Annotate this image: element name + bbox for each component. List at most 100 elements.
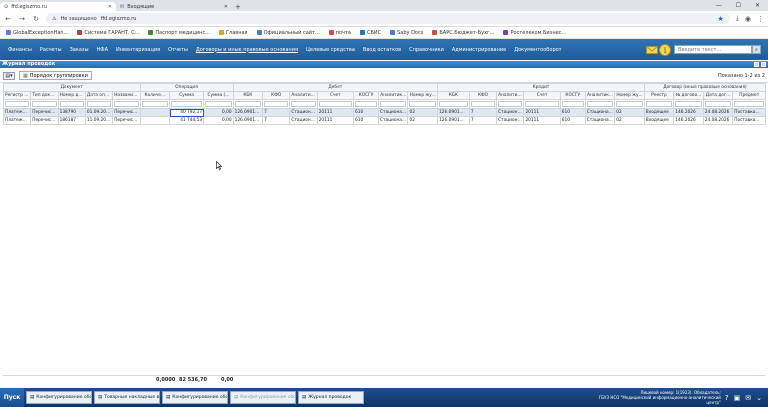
taskbar-window[interactable]: ▤ Журнал проводок [298, 391, 364, 404]
menu-item[interactable]: Отчеты [164, 47, 192, 53]
table-row[interactable]: Платежны... Перечисл... 186187 11.09.2026 Пе… [2, 116, 767, 125]
taskbar-window[interactable]: ▤Конфигурирование оборотной ... [230, 391, 296, 404]
column-filter-input[interactable] [141, 101, 168, 107]
minimize-icon[interactable]: — [716, 2, 722, 9]
column-filter-input[interactable] [616, 101, 643, 107]
table-cell[interactable]: 7 [262, 108, 291, 117]
panel-close-icon[interactable] [761, 62, 766, 67]
column-header[interactable]: Дата опер... [84, 91, 114, 100]
table-cell[interactable]: 02 [614, 108, 645, 117]
table-cell[interactable]: Перечисл... [112, 108, 141, 117]
table-cell[interactable]: 41 744,53 [168, 116, 205, 125]
table-cell[interactable]: 126.0901... [232, 108, 264, 117]
table-cell[interactable]: 11.09.2026 [84, 116, 114, 125]
column-header[interactable]: Номер жу... [614, 91, 645, 100]
table-cell[interactable]: 02 [407, 108, 439, 117]
close-window-icon[interactable]: ✕ [755, 2, 760, 9]
bookmark-item[interactable]: Система ГАРАНТ. С... [77, 30, 139, 36]
search-input[interactable]: Введите текст... [674, 45, 752, 54]
info-icon[interactable]: i [659, 43, 671, 56]
table-cell[interactable]: 126.0901... [437, 116, 470, 125]
column-header[interactable]: Аналитик... [496, 91, 525, 100]
bookmark-item[interactable]: Главная [218, 30, 248, 36]
table-cell[interactable]: 610 [559, 116, 586, 125]
column-filter-input[interactable] [291, 101, 316, 107]
menu-item[interactable]: Инвентаризация [112, 47, 164, 53]
column-filter-input[interactable] [734, 101, 765, 107]
menu-item[interactable]: Целевые средства [302, 47, 359, 53]
table-cell[interactable]: Стациона... [289, 108, 318, 117]
table-cell[interactable]: 01.09.2026 [84, 108, 114, 117]
column-header[interactable]: Дата дог... [702, 91, 734, 100]
help-icon[interactable]: ? [725, 394, 729, 402]
group-order-button[interactable]: ▦ Порядок группировки [19, 71, 92, 80]
table-cell[interactable]: 20111 [523, 108, 561, 117]
column-filter-input[interactable] [354, 101, 377, 107]
column-header[interactable]: Количе... [139, 91, 170, 100]
bookmark-item[interactable]: GlobalExceptionHan... [6, 30, 68, 36]
menu-item[interactable]: Ввод остатков [359, 47, 405, 53]
bookmark-item[interactable]: почта [328, 30, 351, 36]
column-header[interactable]: № догово... [673, 91, 704, 100]
bookmark-item[interactable]: Паспорт медицинс... [148, 30, 210, 36]
column-filter-input[interactable] [234, 101, 262, 107]
column-filter-input[interactable] [409, 101, 437, 107]
browser-tab-inbox[interactable]: ✉ Входящие ✕ [116, 2, 232, 11]
table-cell[interactable]: Перечисл... [30, 116, 59, 125]
table-cell[interactable]: 610 [352, 116, 379, 125]
profile-icon[interactable]: ◉ [745, 15, 751, 23]
table-cell[interactable]: 20111 [523, 116, 561, 125]
column-header[interactable]: КФО [262, 91, 291, 100]
search-icon[interactable]: ⌕ [752, 45, 761, 54]
forward-icon[interactable]: → [18, 15, 26, 23]
table-cell[interactable]: Стациона... [496, 116, 525, 125]
table-cell[interactable]: 02 [614, 116, 645, 125]
table-cell[interactable]: 24.08.2026 [702, 116, 734, 125]
column-header[interactable]: КБК [232, 91, 264, 100]
menu-item[interactable]: Договоры и иные правовые основания [192, 47, 302, 53]
column-filter-input[interactable] [586, 101, 614, 107]
table-cell[interactable]: Поставка... [732, 116, 767, 125]
column-header[interactable]: Счет [316, 91, 354, 100]
column-header[interactable]: КОСГУ [352, 91, 379, 100]
menu-item[interactable]: Расчеты [36, 47, 66, 53]
table-cell[interactable]: 146.2026 [673, 116, 704, 125]
close-tab-icon[interactable]: ✕ [108, 4, 112, 10]
column-filter-input[interactable] [498, 101, 523, 107]
grid-menu-icon[interactable]: ▤▾ [3, 71, 15, 80]
column-header[interactable]: Аналитик... [289, 91, 318, 100]
start-button[interactable]: Пуск [0, 388, 24, 407]
table-cell[interactable]: 0,00 [203, 116, 234, 125]
column-header[interactable]: Аналитик... [584, 91, 616, 100]
bookmark-star-icon[interactable]: ★ [718, 15, 724, 23]
bookmark-item[interactable]: БАРС.Бюджет-Бухг... [432, 30, 494, 36]
table-cell[interactable]: Перечисл... [30, 108, 59, 117]
table-cell[interactable]: 126.0901... [232, 116, 264, 125]
table-row[interactable]: Платежны... Перечисл... 138790 01.09.2026 Пе… [2, 108, 767, 117]
column-header[interactable]: Номер жу... [407, 91, 439, 100]
envelope-icon[interactable] [646, 45, 658, 55]
table-cell[interactable]: 186187 [57, 116, 86, 125]
menu-item[interactable]: Администрирование [448, 47, 510, 53]
taskbar-window[interactable]: ▤Конфигурирование оборотной ... [162, 391, 228, 404]
column-header[interactable]: Сумма [168, 91, 205, 100]
table-cell[interactable]: 20111 [316, 108, 354, 117]
collapse-icon[interactable]: ⌄ [756, 394, 762, 402]
table-cell[interactable]: Стациона... [377, 108, 409, 117]
more-menu-icon[interactable]: ⋮ [757, 15, 764, 23]
table-cell[interactable]: 126.0901... [437, 108, 470, 117]
column-header[interactable]: Предмет [732, 91, 767, 100]
close-tab-icon[interactable]: ✕ [224, 4, 228, 10]
mail-icon[interactable]: ✉ [745, 394, 751, 402]
column-filter-input[interactable] [32, 101, 57, 107]
table-cell[interactable]: Стациона... [584, 108, 616, 117]
camera-icon[interactable]: ▣ [734, 394, 741, 402]
taskbar-window[interactable]: ▤Товарные накладные вхо... [94, 391, 160, 404]
table-cell[interactable]: 610 [352, 108, 379, 117]
reload-icon[interactable]: ↻ [32, 15, 40, 23]
table-cell[interactable]: 7 [468, 116, 498, 125]
column-header[interactable]: Реестр [643, 91, 675, 100]
bookmark-item[interactable]: Официальный сайт... [256, 30, 320, 36]
table-cell[interactable]: Стациона... [496, 108, 525, 117]
table-cell[interactable]: Перечисл... [112, 116, 141, 125]
